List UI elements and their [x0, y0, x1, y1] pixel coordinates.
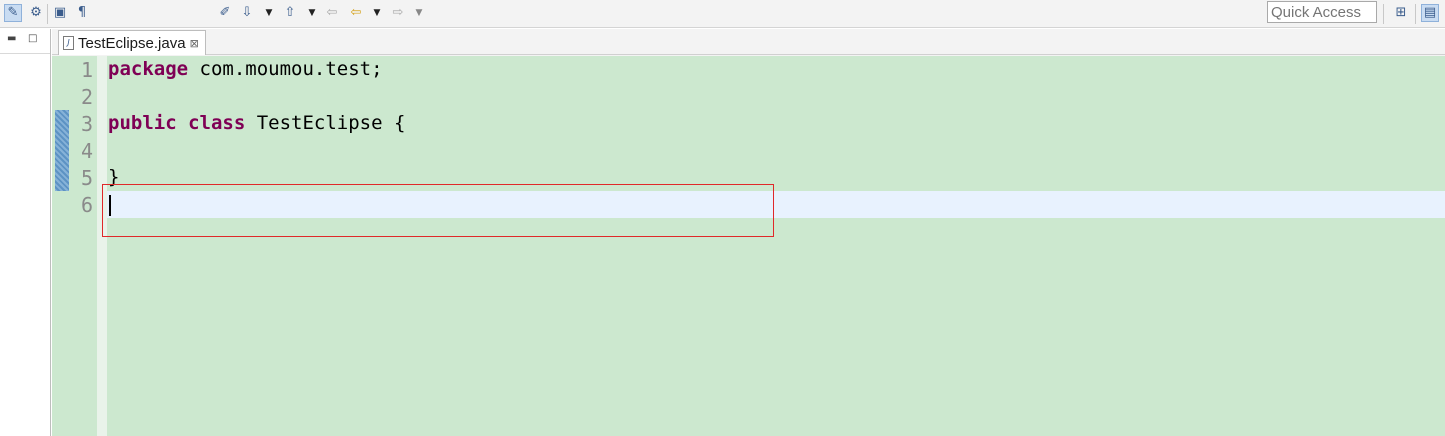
open-perspective-icon[interactable]: ⊞ [1392, 4, 1410, 22]
quick-diff-ruler [52, 56, 69, 436]
editor-tab[interactable]: J TestEclipse.java ⊠ [58, 30, 206, 55]
panel-divider [0, 53, 50, 54]
code-line-1[interactable]: package com.moumou.test; [108, 56, 383, 83]
keyword: public class [108, 112, 246, 134]
line-number: 3 [80, 112, 93, 136]
line-number: 5 [80, 166, 93, 190]
maximize-icon[interactable]: □ [28, 33, 37, 45]
highlight-annotation-box [102, 184, 774, 237]
editor-tab-bar: J TestEclipse.java ⊠ [52, 29, 1445, 55]
line-number: 4 [80, 139, 93, 163]
line-number: 2 [80, 85, 93, 109]
previous-annotation-dropdown-icon[interactable]: ▼ [307, 4, 317, 22]
line-number-ruler: 1 2 3 4 5 6 [69, 56, 107, 436]
java-perspective-icon[interactable]: ▤ [1421, 4, 1439, 22]
main-toolbar: ✎ ⚙ ▣ ¶ ✐ ⇩ ▼ ⇧ ▼ ⇦ ⇦ ▼ ⇨ ▼ ⊞ ▤ [0, 0, 1445, 28]
java-file-icon: J [63, 36, 74, 50]
close-tab-icon[interactable]: ⊠ [190, 37, 199, 50]
quick-access-input[interactable] [1267, 1, 1377, 23]
back-icon[interactable]: ⇦ [347, 4, 365, 22]
keyword: package [108, 58, 189, 80]
toggle-mark-occurrences-icon[interactable]: ✎ [4, 4, 22, 22]
back-dropdown-icon[interactable]: ▼ [372, 4, 382, 22]
tab-label: TestEclipse.java [78, 34, 186, 52]
toolbar-separator [1383, 4, 1384, 24]
forward-dropdown-icon[interactable]: ▼ [414, 4, 424, 22]
last-edit-location-icon[interactable]: ⇧ [281, 4, 299, 22]
show-formatting-marks-icon[interactable]: ¶ [73, 4, 91, 22]
toolbar-separator [1415, 4, 1416, 24]
previous-annotation-icon[interactable]: ⇩ [238, 4, 256, 22]
minimize-icon[interactable]: ▬ [7, 33, 16, 45]
show-whitespace-icon[interactable]: ▣ [51, 4, 69, 22]
toggle-block-selection-icon[interactable]: ⚙ [27, 4, 45, 22]
toolbar-separator [47, 4, 48, 24]
change-marker [55, 110, 69, 191]
line-number: 6 [80, 193, 93, 217]
forward-icon[interactable]: ⇨ [389, 4, 407, 22]
code-line-3[interactable]: public class TestEclipse { [108, 110, 405, 137]
next-annotation-dropdown-icon[interactable]: ▼ [264, 4, 274, 22]
left-view-panel: ▬ □ [0, 29, 51, 436]
editor-area: J TestEclipse.java ⊠ 1 2 3 4 5 6 package… [52, 29, 1445, 436]
code-editor[interactable]: 1 2 3 4 5 6 package com.moumou.test; pub… [52, 56, 1445, 436]
next-annotation-icon[interactable]: ✐ [216, 4, 234, 22]
line-number: 1 [80, 58, 93, 82]
undo-navigation-icon[interactable]: ⇦ [323, 4, 341, 22]
code-text: TestEclipse { [245, 112, 406, 134]
code-text: com.moumou.test; [188, 58, 383, 80]
